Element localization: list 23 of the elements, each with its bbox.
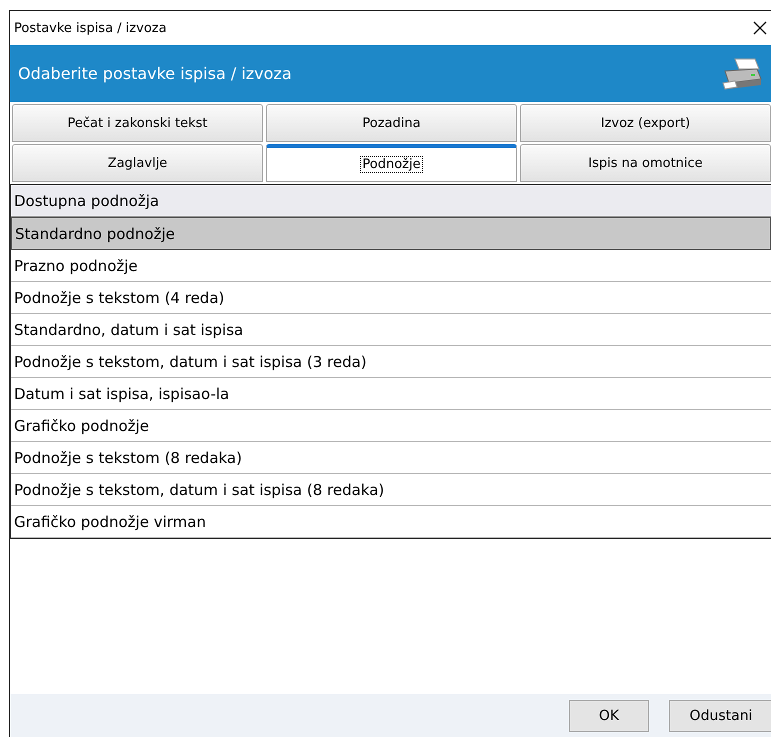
close-icon[interactable] (753, 21, 767, 35)
list-item[interactable]: Podnožje s tekstom, datum i sat ispisa (3 reda) (11, 346, 771, 378)
tab[interactable]: Podnožje (266, 144, 517, 182)
tab[interactable]: Pečat i zakonski tekst (12, 104, 263, 142)
tab[interactable]: Zaglavlje (12, 144, 263, 182)
tab[interactable]: Pozadina (266, 104, 517, 142)
window-title: Postavke ispisa / izvoza (14, 20, 167, 36)
list-item[interactable]: Prazno podnožje (11, 250, 771, 282)
printer-icon (721, 56, 763, 90)
cancel-button[interactable]: Odustani (669, 700, 771, 732)
list-item[interactable]: Grafičko podnožje virman (11, 506, 771, 538)
list-heading: Dostupna podnožja (11, 185, 771, 217)
list-item[interactable]: Datum i sat ispisa, ispisao-la (11, 378, 771, 410)
tab[interactable]: Izvoz (export) (520, 104, 771, 142)
list-item[interactable]: Podnožje s tekstom (8 redaka) (11, 442, 771, 474)
list-item[interactable]: Standardno podnožje (11, 217, 771, 250)
ok-button[interactable]: OK (569, 700, 649, 732)
header-title: Odaberite postavke ispisa / izvoza (18, 64, 292, 83)
tab[interactable]: Ispis na omotnice (520, 144, 771, 182)
list-item[interactable]: Grafičko podnožje (11, 410, 771, 442)
list-item[interactable]: Standardno, datum i sat ispisa (11, 314, 771, 346)
list-item[interactable]: Podnožje s tekstom (4 reda) (11, 282, 771, 314)
list-item[interactable]: Podnožje s tekstom, datum i sat ispisa (8 redaka) (11, 474, 771, 506)
